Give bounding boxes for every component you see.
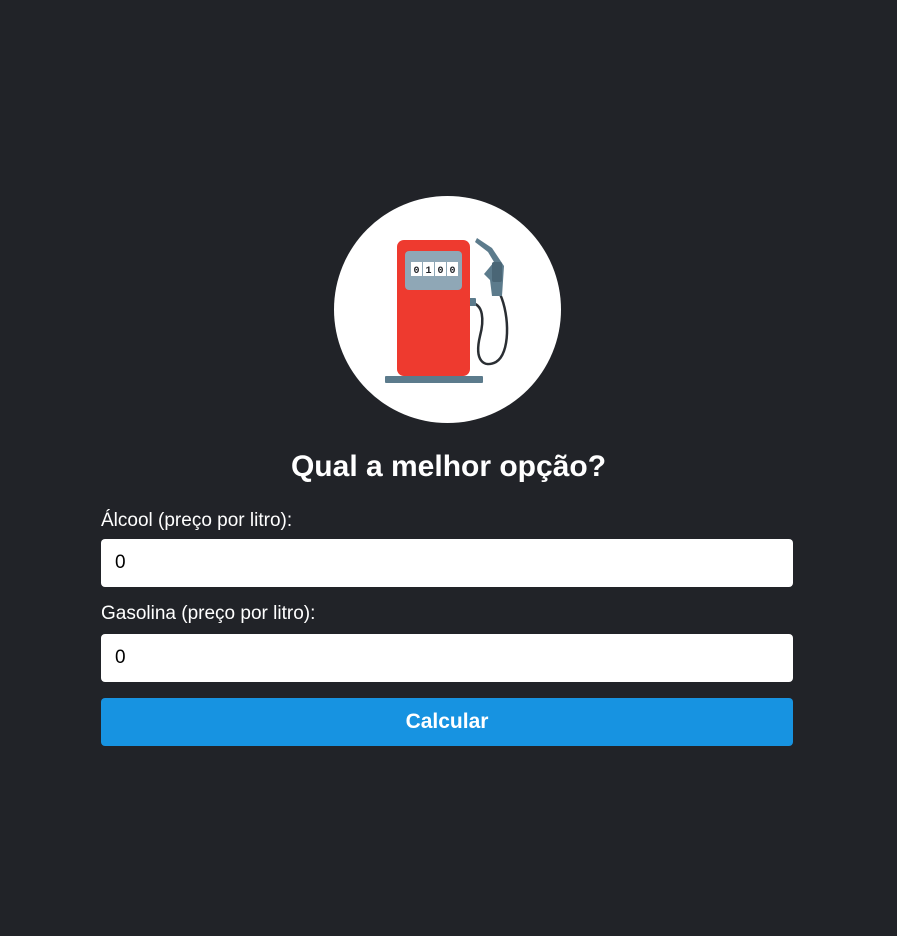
calcular-button[interactable]: Calcular [101,698,793,746]
nozzle-grip [492,262,502,282]
page-title: Qual a melhor opção? [290,450,607,483]
fuel-pump-icon: 0 1 0 0 [385,238,509,383]
alcool-price-input[interactable] [101,539,793,587]
pump-base [385,376,483,383]
logo: 0 1 0 0 [334,196,561,423]
meter-digit: 1 [425,266,431,277]
gasolina-price-input[interactable] [101,634,793,682]
alcool-label: Álcool (preço por litro): [101,510,293,531]
meter-digit: 0 [413,266,419,277]
meter-digit: 0 [437,266,443,277]
gasolina-label: Gasolina (preço por litro): [101,603,316,624]
meter-digit: 0 [449,266,455,277]
